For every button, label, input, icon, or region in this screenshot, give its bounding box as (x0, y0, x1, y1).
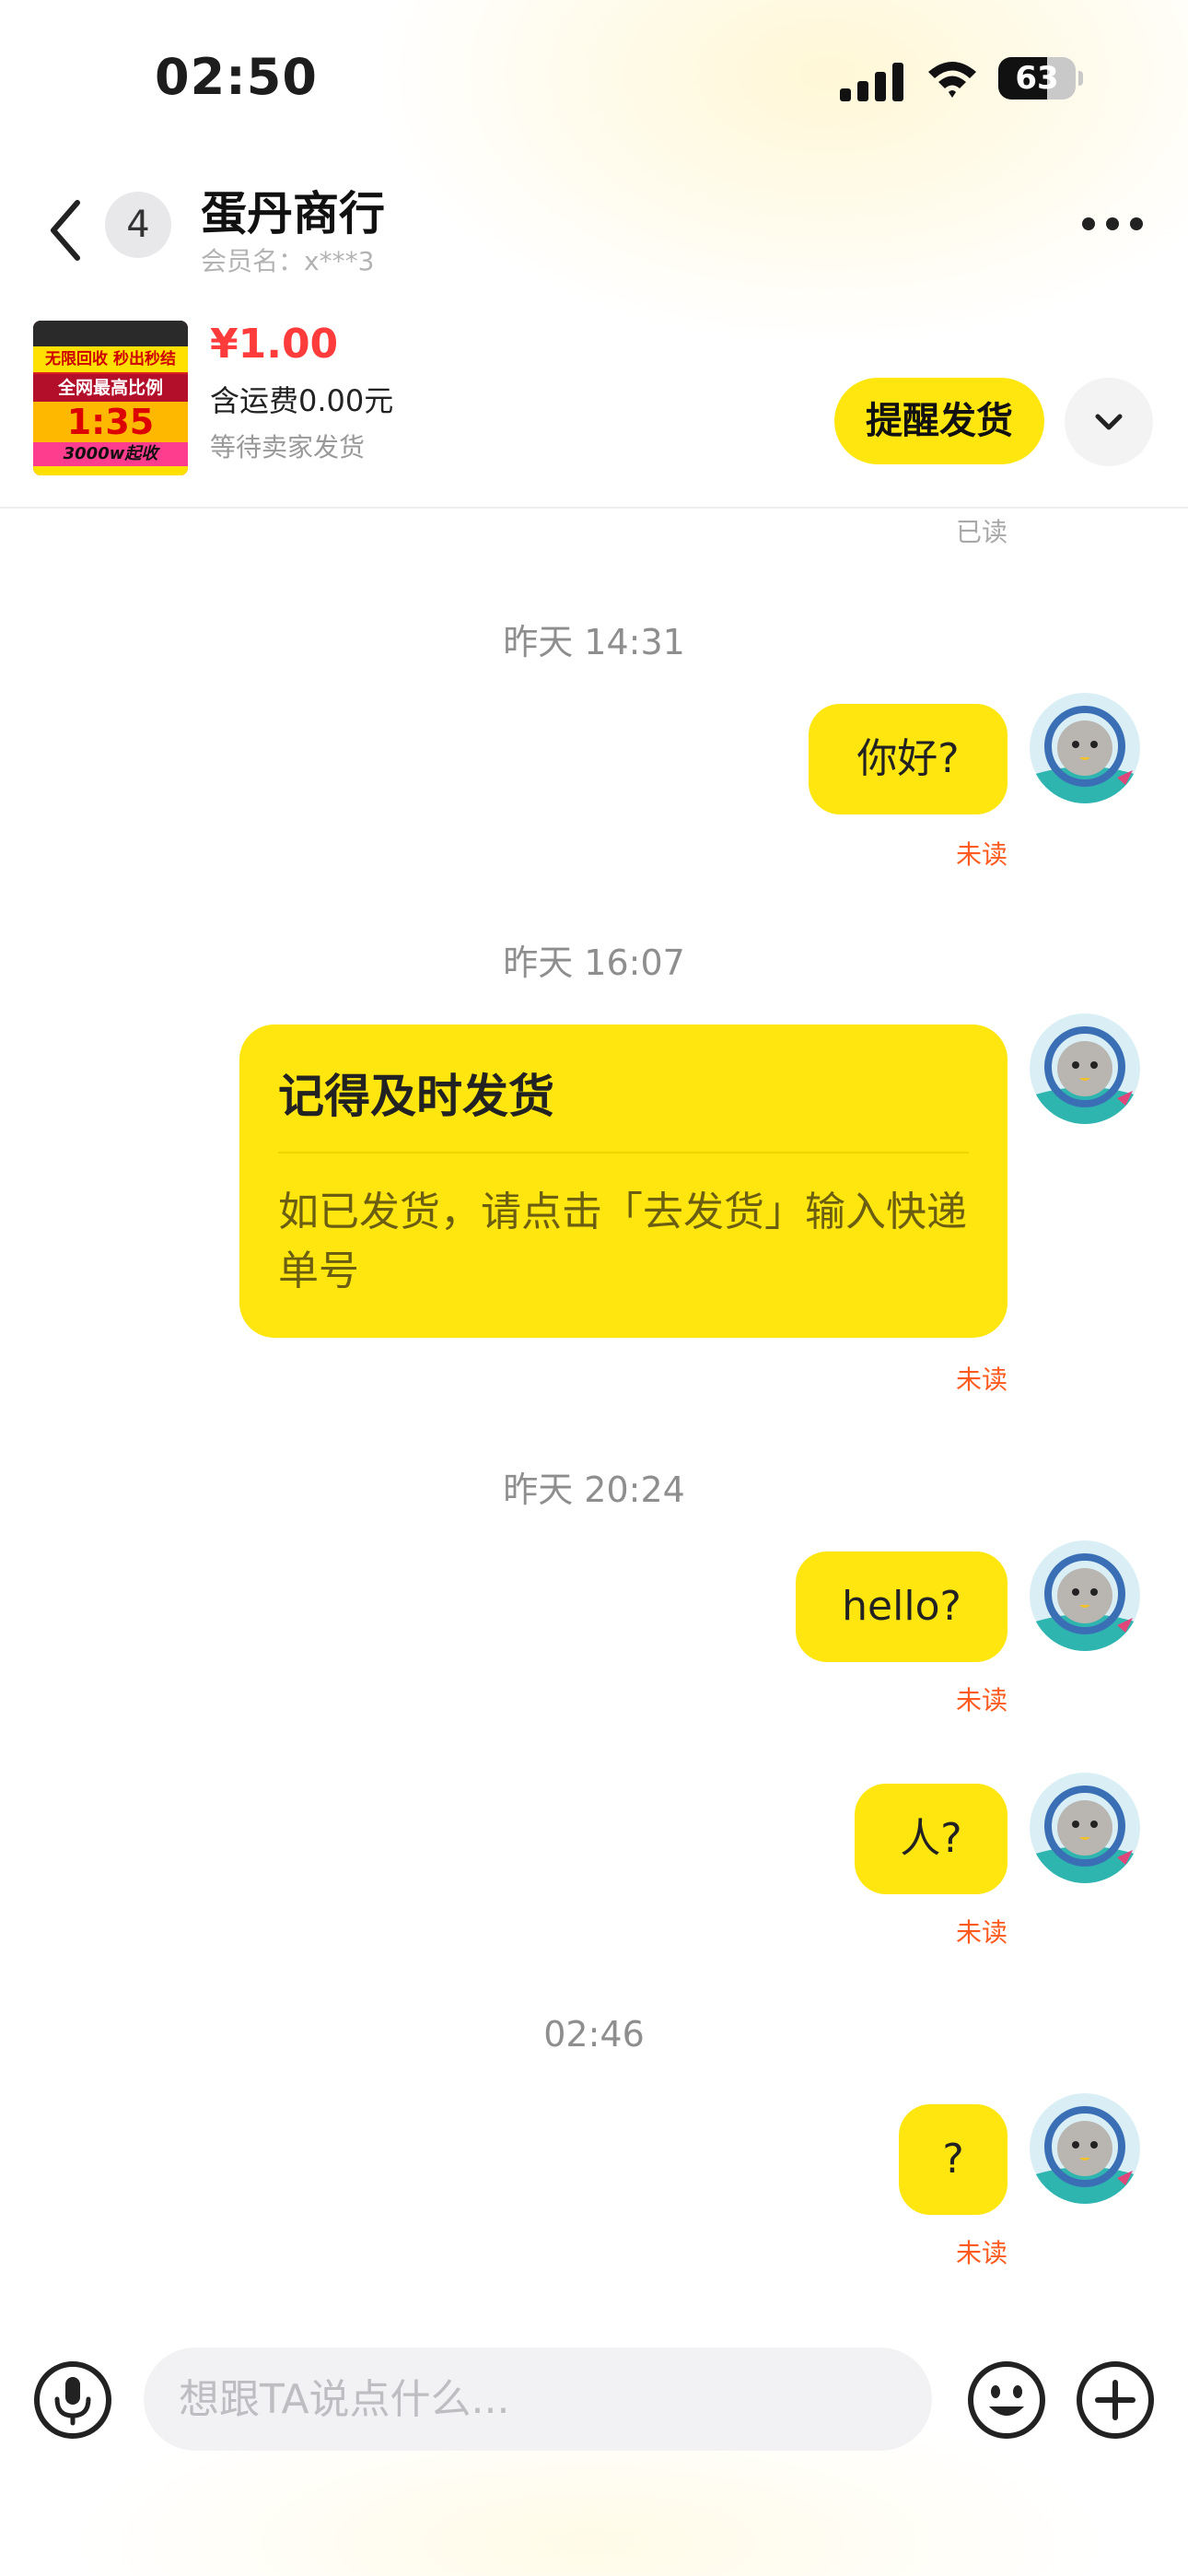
product-image-text: 无限回收 秒出秒结 (33, 346, 188, 372)
shipping-fee: 含运费0.00元 (210, 383, 394, 418)
unread-count-badge: 4 (105, 192, 171, 258)
product-price: ¥1.00 (210, 321, 339, 368)
card-title: 记得及时发货 (278, 1070, 554, 1123)
microphone-icon[interactable] (33, 2360, 112, 2440)
battery-icon: 63 (998, 57, 1083, 100)
unread-status: 未读 (955, 1364, 1007, 1395)
remind-ship-button[interactable]: 提醒发货 (834, 378, 1044, 464)
card-body: 如已发货，请点击「去发货」输入快递单号 (278, 1188, 967, 1294)
unread-status: 未读 (955, 839, 1007, 870)
plus-icon[interactable] (1076, 2360, 1155, 2440)
message-input[interactable] (144, 2348, 932, 2451)
read-status: 已读 (955, 517, 1007, 547)
status-time: 02:50 (155, 48, 318, 106)
user-avatar[interactable] (1030, 1013, 1140, 1124)
ship-reminder-card[interactable]: 记得及时发货 如已发货，请点击「去发货」输入快递单号 (239, 1025, 1007, 1338)
emoji-icon[interactable] (967, 2360, 1046, 2440)
message-bubble[interactable]: hello? (796, 1551, 1007, 1662)
unread-status: 未读 (955, 1917, 1007, 1948)
order-status: 等待卖家发货 (210, 432, 366, 463)
card-divider (278, 1152, 969, 1153)
product-image-text: 3000w起收 (33, 442, 188, 466)
message-bubble[interactable]: 你好? (809, 704, 1007, 814)
signal-icon (840, 63, 903, 101)
message-bubble[interactable]: ? (899, 2104, 1007, 2215)
battery-percent: 63 (1015, 60, 1059, 97)
unread-status: 未读 (955, 2238, 1007, 2268)
message-timestamp: 02:46 (543, 2014, 645, 2055)
expand-button[interactable] (1065, 378, 1153, 466)
message-timestamp: 昨天 14:31 (503, 622, 685, 662)
input-bar (0, 2303, 1188, 2576)
user-avatar[interactable] (1030, 1773, 1140, 1883)
product-thumbnail[interactable]: 无限回收 秒出秒结 全网最高比例 1:35 3000w起收 (33, 321, 188, 475)
chevron-down-icon (1095, 414, 1123, 430)
wifi-icon (928, 62, 976, 98)
message-timestamp: 昨天 20:24 (503, 1469, 685, 1510)
back-icon[interactable] (42, 193, 88, 267)
unread-status: 未读 (955, 1685, 1007, 1715)
user-avatar[interactable] (1030, 693, 1140, 803)
product-image-text: 全网最高比例 (33, 374, 188, 402)
chat-title[interactable]: 蛋丹商行 (201, 177, 385, 243)
message-timestamp: 昨天 16:07 (503, 943, 685, 983)
status-bar: 02:50 63 (0, 0, 1188, 157)
order-product-bar: 无限回收 秒出秒结 全网最高比例 1:35 3000w起收 ¥1.00 含运费0… (0, 304, 1188, 509)
message-bubble[interactable]: 人? (855, 1784, 1007, 1894)
user-avatar[interactable] (1030, 2093, 1140, 2204)
more-icon[interactable] (1079, 212, 1146, 236)
user-avatar[interactable] (1030, 1540, 1140, 1651)
member-name: 会员名：x***3 (201, 246, 375, 276)
product-image-text: 1:35 (33, 402, 188, 442)
